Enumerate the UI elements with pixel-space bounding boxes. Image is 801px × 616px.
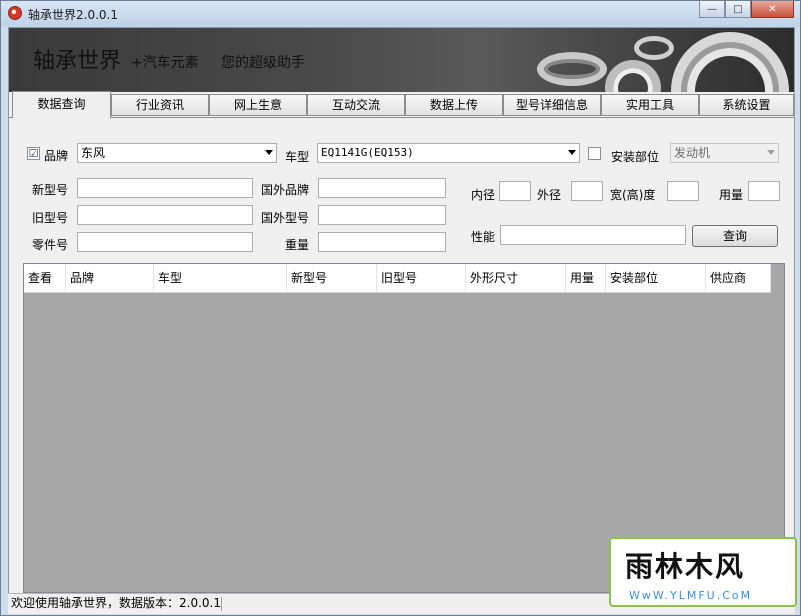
car-model-label: 车型 [285,150,310,164]
banner-subtitle: +汽车元素 [131,55,199,71]
outer-diameter-input[interactable] [571,181,603,201]
bearing-image-tiny [634,36,674,60]
tab-data-query[interactable]: 数据查询 [12,91,111,118]
usage-label: 用量 [719,188,744,202]
foreign-brand-input[interactable] [318,178,446,198]
tab-data-upload[interactable]: 数据上传 [405,94,503,116]
new-model-label: 新型号 [32,183,69,197]
weight-input[interactable] [318,232,446,252]
site-watermark: 雨林木风 WwW.YLMFU.CoM [609,537,797,607]
new-model-input[interactable] [77,178,253,198]
client-area: 轴承世界 +汽车元素 您的超级助手 数据查询 行业资讯 网上生意 互动交流 数据… [8,27,795,612]
main-window: 轴承世界2.0.0.1 — □ ✕ 轴承世界 +汽车元素 您的超级助手 数据查询… [0,0,801,616]
bearing-image-large [671,32,789,92]
old-model-label: 旧型号 [32,211,69,225]
brand-select[interactable]: 东风 [77,143,277,163]
column-header-brand[interactable]: 品牌 [66,264,154,292]
car-model-select[interactable]: EQ1141G(EQ153) [317,143,580,163]
install-position-label: 安装部位 [611,150,660,164]
usage-input[interactable] [748,181,780,201]
status-divider [221,597,222,611]
car-model-select-value: EQ1141G(EQ153) [321,146,414,159]
tab-tools[interactable]: 实用工具 [601,94,699,116]
install-position-checkbox[interactable] [588,147,601,160]
install-position-select-value: 发动机 [674,146,711,160]
old-model-input[interactable] [77,205,253,225]
tab-industry-news[interactable]: 行业资讯 [111,94,209,116]
main-tabs: 数据查询 行业资讯 网上生意 互动交流 数据上传 型号详细信息 实用工具 系统设… [9,91,794,118]
column-header-dimensions[interactable]: 外形尺寸 [466,264,566,292]
column-header-view[interactable]: 查看 [24,264,66,292]
inner-diameter-label: 内径 [471,188,496,202]
bearing-image-small [537,52,607,86]
close-button[interactable]: ✕ [751,1,794,18]
weight-label: 重量 [285,238,310,252]
minimize-button[interactable]: — [699,1,725,18]
app-logo-icon [8,6,22,20]
foreign-model-label: 国外型号 [261,211,310,225]
banner-title: 轴承世界 [33,49,122,74]
column-header-supplier[interactable]: 供应商 [706,264,771,292]
part-number-label: 零件号 [32,238,69,252]
bearing-image-medium [605,60,661,92]
tab-model-details[interactable]: 型号详细信息 [503,94,601,116]
title-bar[interactable]: 轴承世界2.0.0.1 — □ ✕ [1,1,800,27]
watermark-logo: 雨林木风 [625,550,746,583]
tab-online-business[interactable]: 网上生意 [209,94,307,116]
column-header-new-model[interactable]: 新型号 [287,264,377,292]
width-label: 宽(高)度 [610,188,656,202]
tab-settings[interactable]: 系统设置 [699,94,794,116]
performance-input[interactable] [500,225,686,245]
chevron-down-icon [767,150,775,155]
part-number-input[interactable] [77,232,253,252]
watermark-url: WwW.YLMFU.CoM [629,589,753,602]
foreign-brand-label: 国外品牌 [261,183,310,197]
brand-label: 品牌 [44,149,69,163]
results-table-header: 查看 品牌 车型 新型号 旧型号 外形尺寸 用量 安装部位 供应商 [24,264,771,293]
column-header-old-model[interactable]: 旧型号 [377,264,466,292]
window-title: 轴承世界2.0.0.1 [28,8,118,22]
banner-slogan: 您的超级助手 [221,55,305,71]
inner-diameter-input[interactable] [499,181,531,201]
foreign-model-input[interactable] [318,205,446,225]
tab-interaction[interactable]: 互动交流 [307,94,405,116]
maximize-button[interactable]: □ [725,1,751,18]
install-position-select[interactable]: 发动机 [670,143,779,163]
column-header-install-position[interactable]: 安装部位 [606,264,706,292]
brand-checkbox[interactable]: ☑ [27,147,40,160]
query-button[interactable]: 查询 [692,225,778,247]
width-input[interactable] [667,181,699,201]
header-banner: 轴承世界 +汽车元素 您的超级助手 [9,28,794,92]
outer-diameter-label: 外径 [537,188,562,202]
column-header-usage[interactable]: 用量 [566,264,606,292]
brand-select-value: 东风 [81,146,106,160]
chevron-down-icon [265,150,273,155]
column-header-car-model[interactable]: 车型 [154,264,287,292]
chevron-down-icon [568,150,576,155]
window-controls: — □ ✕ [699,1,794,19]
performance-label: 性能 [471,230,496,244]
status-message: 欢迎使用轴承世界，数据版本：2.0.0.1 [11,596,221,610]
